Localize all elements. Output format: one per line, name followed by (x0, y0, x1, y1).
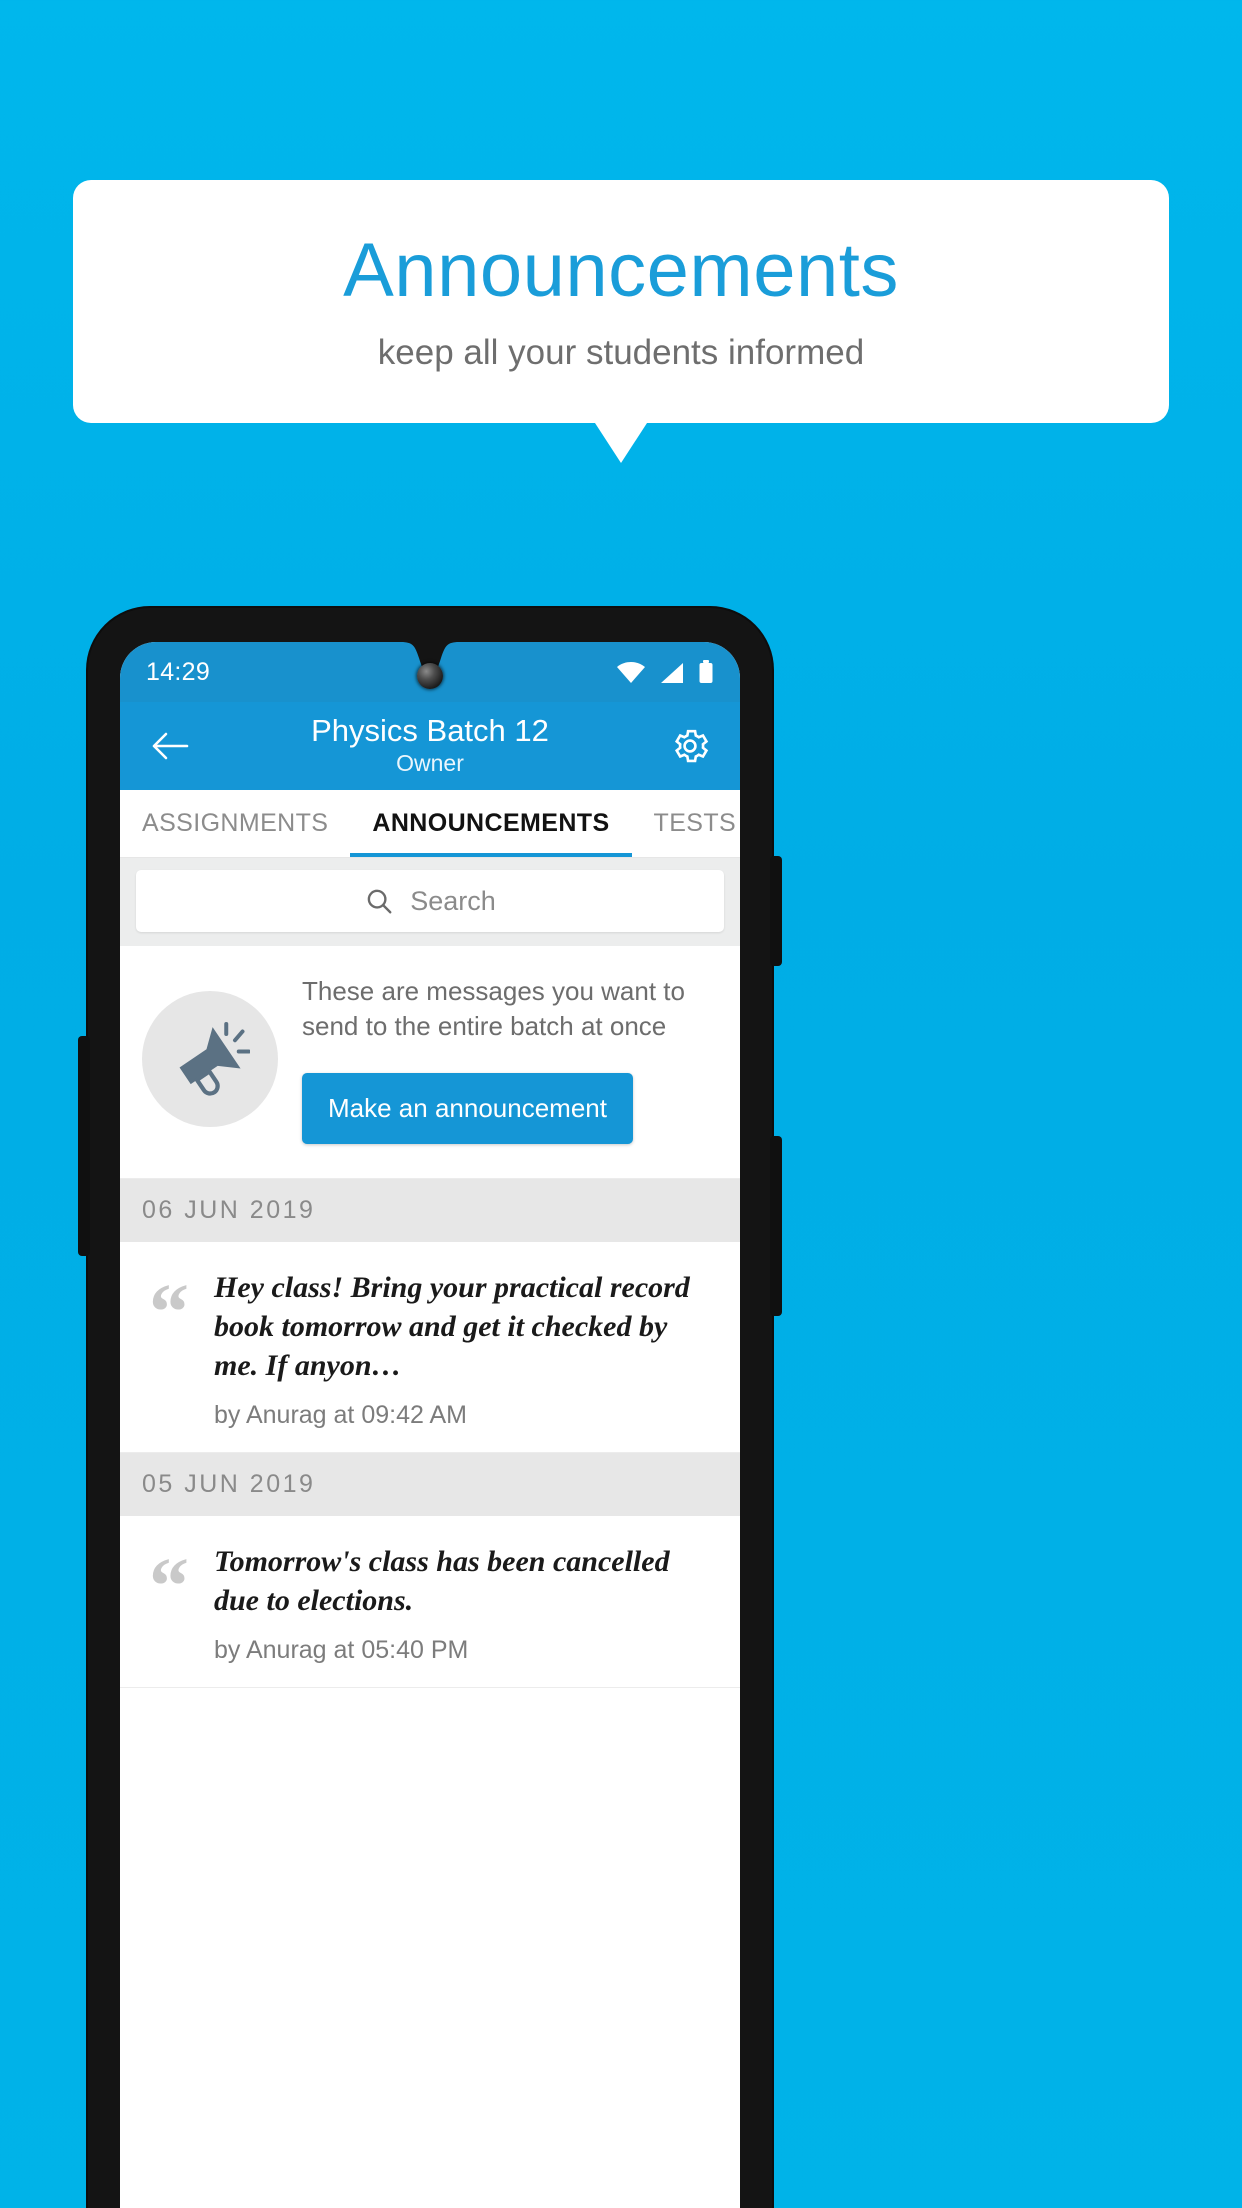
make-announcement-button[interactable]: Make an announcement (302, 1073, 633, 1145)
announcement-promo-card: These are messages you want to send to t… (120, 946, 740, 1180)
batch-title: Physics Batch 12 (311, 713, 549, 749)
megaphone-icon (179, 1022, 250, 1096)
phone-power-button (770, 856, 782, 966)
signal-icon (661, 663, 683, 683)
tab-tests[interactable]: TESTS (632, 790, 740, 857)
wifi-icon (617, 662, 645, 683)
promo-content: These are messages you want to send to t… (302, 974, 718, 1145)
megaphone-circle (142, 991, 278, 1128)
status-icons (616, 660, 714, 684)
phone-mockup: 14:29 Physics Batch 12 Owner ASSIGNMENTS… (78, 608, 782, 2208)
search-icon (367, 889, 392, 914)
date-header: 05 JUN 2019 (120, 1453, 740, 1517)
promo-bubble: Announcements keep all your students inf… (73, 180, 1169, 423)
announcement-row[interactable]: “ Tomorrow's class has been cancelled du… (120, 1516, 740, 1689)
app-bar: Physics Batch 12 Owner (120, 702, 740, 790)
page-title: Announcements (343, 228, 899, 313)
phone-volume-button (770, 1136, 782, 1316)
date-header: 06 JUN 2019 (120, 1179, 740, 1243)
announcement-meta: by Anurag at 09:42 AM (214, 1401, 467, 1430)
search-input[interactable]: Search (136, 870, 724, 932)
announcement-meta: by Anurag at 05:40 PM (214, 1636, 469, 1665)
announcement-list: 06 JUN 2019 “ Hey class! Bring your prac… (120, 1179, 740, 1689)
tab-bar[interactable]: ASSIGNMENTS ANNOUNCEMENTS TESTS ’ (120, 790, 740, 858)
quote-icon: “ (149, 1543, 189, 1632)
announcement-body: Hey class! Bring your practical record b… (214, 1268, 718, 1430)
search-section: Search (120, 858, 740, 946)
phone-screen: 14:29 Physics Batch 12 Owner ASSIGNMENTS… (120, 642, 740, 2208)
search-placeholder: Search (410, 885, 496, 916)
battery-icon (699, 660, 713, 683)
tab-announcements[interactable]: ANNOUNCEMENTS (350, 790, 632, 857)
tab-assignments[interactable]: ASSIGNMENTS (120, 790, 350, 857)
announcement-row[interactable]: “ Hey class! Bring your practical record… (120, 1242, 740, 1454)
announcement-body: Tomorrow's class has been cancelled due … (214, 1542, 718, 1665)
phone-side-button (78, 1036, 90, 1256)
announcement-text: Tomorrow's class has been cancelled due … (214, 1545, 670, 1618)
page-subtitle: keep all your students informed (377, 333, 865, 372)
batch-role: Owner (396, 749, 464, 776)
gear-icon (674, 729, 709, 763)
settings-button[interactable] (664, 720, 716, 772)
bubble-tail (595, 423, 647, 463)
back-button[interactable] (144, 720, 196, 772)
announcement-text: Hey class! Bring your practical record b… (214, 1271, 690, 1383)
promo-description: These are messages you want to send to t… (302, 976, 685, 1041)
quote-icon: “ (149, 1269, 189, 1358)
back-arrow-icon (152, 732, 189, 760)
front-camera-icon (417, 663, 443, 689)
status-time: 14:29 (146, 657, 211, 686)
app-bar-titles: Physics Batch 12 Owner (196, 713, 664, 779)
